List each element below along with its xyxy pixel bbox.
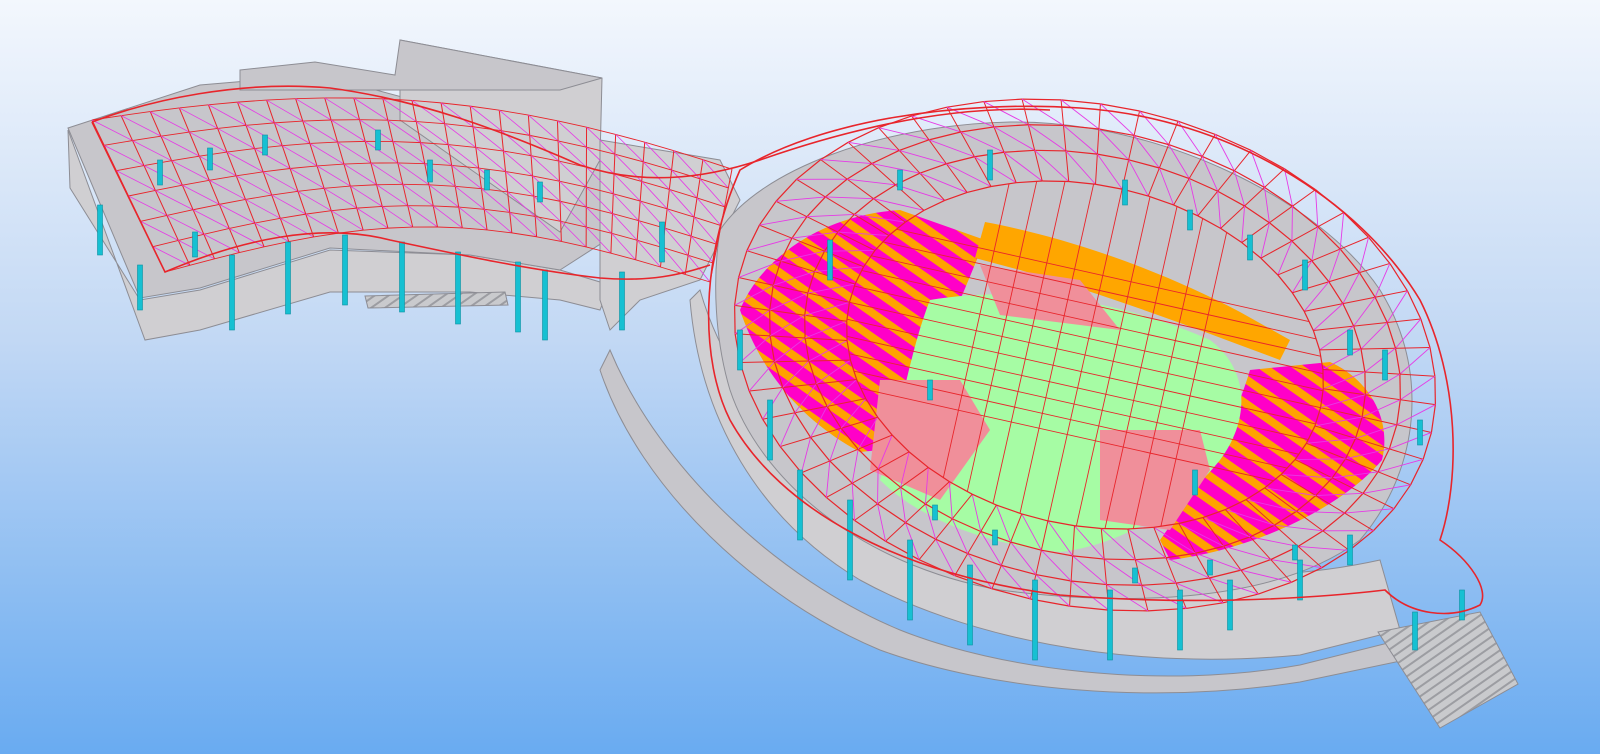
column-icon: [1122, 179, 1128, 206]
column-icon: [229, 254, 235, 331]
column-icon: [97, 204, 103, 256]
column-icon: [1247, 234, 1253, 261]
truss-ring-member: [1106, 583, 1142, 586]
truss-purlin-member: [402, 183, 430, 186]
column-icon: [427, 159, 433, 183]
column-icon: [1412, 611, 1418, 651]
column-icon: [1382, 349, 1388, 381]
truss-ring-member: [1022, 98, 1062, 101]
column-icon: [897, 169, 903, 191]
column-icon: [1177, 589, 1183, 651]
column-icon: [1347, 329, 1353, 356]
column-icon: [1207, 559, 1213, 576]
model-viewport[interactable]: [0, 0, 1600, 754]
column-icon: [659, 221, 665, 263]
column-icon: [737, 329, 743, 371]
column-icon: [342, 234, 348, 306]
truss-diagonal-member: [877, 468, 879, 504]
column-icon: [1297, 559, 1303, 601]
column-icon: [797, 469, 803, 541]
truss-ring-member: [1034, 149, 1066, 152]
truss-ring-member: [1108, 609, 1148, 612]
truss-ring-member: [1028, 124, 1064, 127]
column-icon: [1187, 209, 1193, 231]
column-icon: [455, 251, 461, 325]
column-icon: [907, 539, 913, 621]
column-icon: [137, 264, 143, 311]
column-icon: [1192, 469, 1198, 496]
column-icon: [192, 231, 198, 258]
column-icon: [619, 271, 625, 331]
column-icon: [484, 169, 490, 191]
column-icon: [932, 504, 938, 521]
column-icon: [827, 239, 833, 281]
truss-ring-member: [1104, 558, 1136, 561]
column-icon: [1227, 579, 1233, 631]
column-icon: [1417, 419, 1423, 446]
column-icon: [987, 149, 993, 181]
column-icon: [927, 379, 933, 401]
column-icon: [207, 147, 213, 171]
column-icon: [262, 134, 268, 156]
column-icon: [992, 529, 998, 546]
column-icon: [375, 129, 381, 151]
column-icon: [1302, 259, 1308, 291]
column-icon: [542, 269, 548, 341]
column-icon: [767, 399, 773, 461]
truss-purlin-member: [359, 119, 388, 121]
column-icon: [1107, 589, 1113, 661]
column-icon: [1292, 544, 1298, 561]
column-icon: [515, 261, 521, 333]
column-icon: [1347, 534, 1353, 566]
column-icon: [1132, 567, 1138, 584]
column-icon: [537, 181, 543, 203]
column-icon: [1459, 589, 1465, 621]
column-icon: [285, 241, 291, 315]
column-icon: [157, 159, 163, 186]
structural-model-view[interactable]: [0, 0, 1600, 754]
column-icon: [847, 499, 853, 581]
column-icon: [399, 241, 405, 313]
truss-diagonal-member: [1291, 206, 1293, 242]
